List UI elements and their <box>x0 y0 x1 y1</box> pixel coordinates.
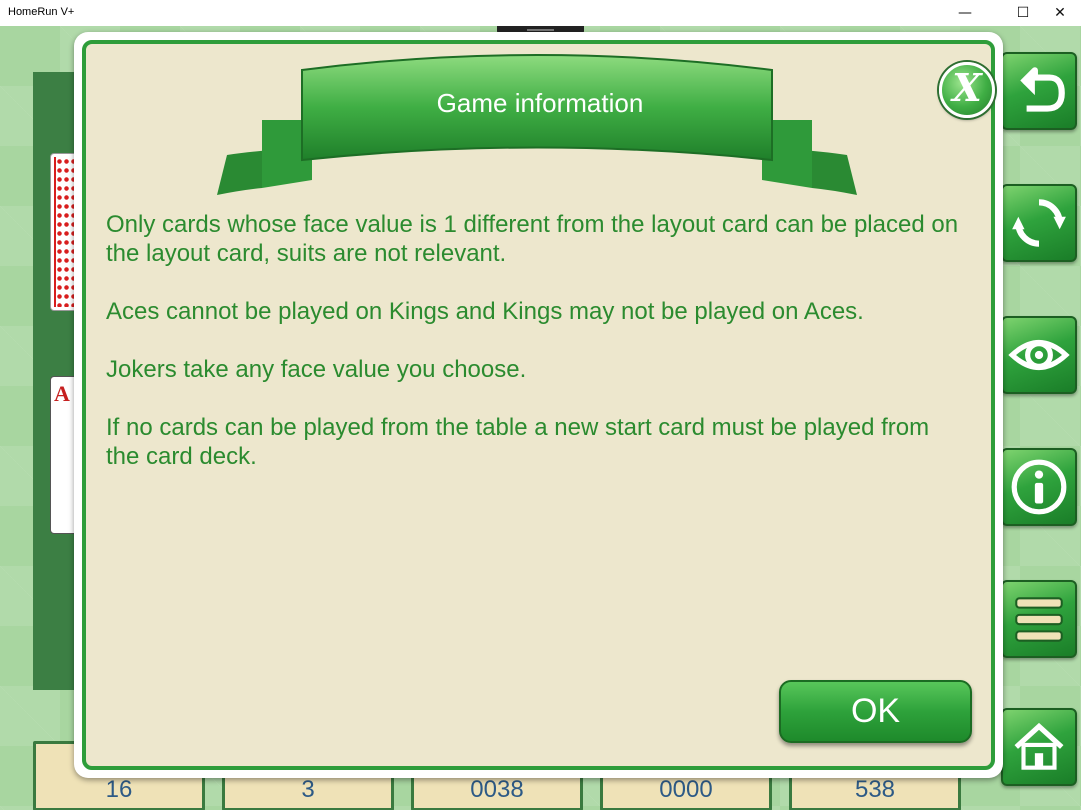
undo-icon <box>1020 67 1065 112</box>
rule-paragraph: Jokers take any face value you choose. <box>106 356 527 383</box>
home-icon <box>1014 722 1064 770</box>
rule-paragraph: Aces cannot be played on Kings and Kings… <box>106 298 864 325</box>
eye-icon <box>1008 340 1070 370</box>
undo-button[interactable] <box>1001 52 1077 130</box>
dialog-close-button[interactable]: X <box>939 62 995 118</box>
title-ribbon <box>217 54 857 195</box>
rule-paragraph: If no cards can be played from the table… <box>106 414 930 470</box>
score-value: 0038 <box>470 776 524 803</box>
hint-button[interactable] <box>1001 316 1077 394</box>
menu-icon <box>1015 597 1063 642</box>
menu-button[interactable] <box>1001 580 1077 658</box>
card-rank: A <box>54 381 70 406</box>
rule-paragraph: Only cards whose face value is 1 differe… <box>106 211 959 267</box>
close-window-button[interactable]: ✕ <box>1037 0 1081 26</box>
info-icon <box>1011 459 1067 515</box>
ok-button[interactable]: OK <box>779 680 972 743</box>
dialog-title: Game information <box>436 88 644 118</box>
restart-button[interactable] <box>1001 184 1077 262</box>
window-title: HomeRun V+ <box>8 6 75 18</box>
home-button[interactable] <box>1001 708 1077 786</box>
score-value: 0000 <box>659 776 713 803</box>
info-button[interactable] <box>1001 448 1077 526</box>
dialog-body: Only cards whose face value is 1 differe… <box>106 210 966 500</box>
refresh-icon <box>1012 199 1066 247</box>
close-icon: X <box>952 65 982 110</box>
score-value: 538 <box>854 776 896 803</box>
score-value: 3 <box>301 776 315 803</box>
score-value: 16 <box>105 776 133 803</box>
minimize-button[interactable]: — <box>942 0 988 26</box>
title-bar: HomeRun V+ — ☐ ✕ <box>0 0 1081 26</box>
